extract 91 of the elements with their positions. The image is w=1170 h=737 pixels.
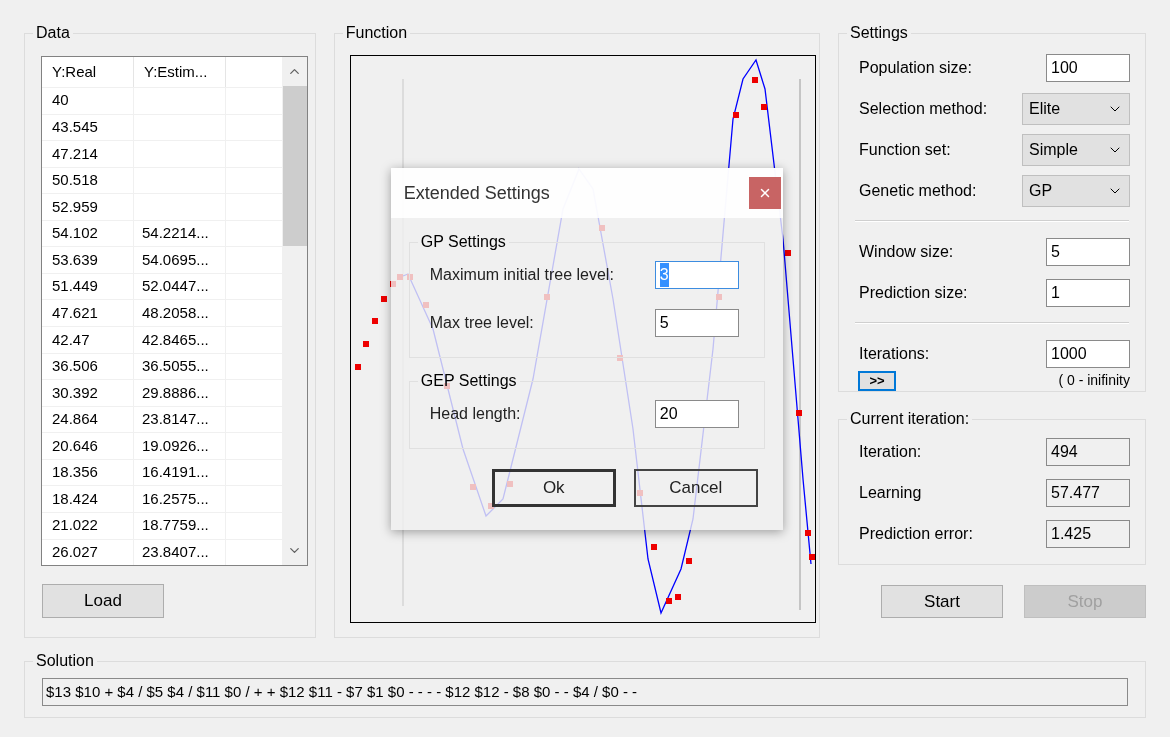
field-label: Function set:	[859, 139, 951, 160]
column-header[interactable]: Y:Estim...	[134, 57, 226, 87]
text-field[interactable]: 5	[1046, 237, 1130, 266]
table-cell-text: 52.959	[52, 196, 98, 217]
text-field[interactable]: 57.477	[1046, 478, 1130, 507]
data-point	[732, 112, 739, 118]
column-header[interactable]: Y:Real	[42, 57, 134, 87]
data-point	[804, 530, 811, 536]
table-cell-text: 42.8465...	[142, 329, 209, 350]
hint-text: ( 0 - inifinity	[1058, 371, 1130, 390]
load-button[interactable]: Load	[42, 584, 164, 618]
data-point	[380, 296, 387, 302]
table-cell-text: 47.621	[52, 303, 98, 323]
table-cell-text: 21.022	[52, 515, 98, 536]
field-label: Max tree level:	[429, 313, 534, 333]
table-cell-text: 19.0926...	[142, 435, 209, 456]
table-cell-text: 54.102	[52, 223, 98, 244]
group-title: Current iteration:	[849, 410, 971, 428]
data-point	[371, 318, 378, 324]
table-cell-text: 52.0447...	[142, 276, 209, 297]
table-cell-text: 43.545	[52, 117, 98, 138]
data-point	[362, 341, 369, 347]
table-cell-text: 16.4191...	[142, 462, 209, 483]
text-field[interactable]: 1	[1046, 278, 1130, 307]
close-button[interactable]	[748, 177, 781, 209]
table-cell-text: 42.47	[52, 329, 90, 350]
scrollbar[interactable]	[282, 57, 307, 565]
field-label: Selection method:	[859, 98, 988, 119]
dialog-button[interactable]: Ok	[491, 469, 616, 507]
group-title: Data	[35, 24, 71, 42]
table-cell-text: 54.0695...	[142, 249, 209, 270]
table-cell-text: 36.5055...	[142, 356, 209, 377]
dropdown[interactable]: Elite	[1022, 92, 1130, 125]
solution-field[interactable]: $13 $10 + $4 / $5 $4 / $11 $0 / + + $12 $11 - $7 $1 $0 - - - - $12 $12 - $8 $0 - - $4 / $0 - -	[42, 678, 1128, 706]
data-point	[808, 554, 815, 560]
table-cell-text: 18.424	[52, 488, 98, 509]
dropdown[interactable]: GP	[1022, 174, 1130, 207]
table-cell-text: 26.027	[52, 542, 98, 563]
text-field[interactable]: 494	[1046, 437, 1130, 466]
field-label: Prediction error:	[859, 523, 973, 544]
data-point	[795, 410, 802, 416]
data-point	[665, 598, 672, 604]
text-field[interactable]: 1000	[1046, 339, 1130, 368]
table-cell-text: 20.646	[52, 435, 98, 456]
table-cell-text: 16.2575...	[142, 488, 209, 509]
table-cell-text: 18.7759...	[142, 515, 209, 536]
field-label: Population size:	[859, 57, 972, 78]
group-title: GEP Settings	[419, 372, 518, 390]
field-label: Iteration:	[859, 441, 922, 462]
table-cell-text: 51.449	[52, 276, 98, 297]
text-field[interactable]: 20	[654, 400, 739, 428]
table-cell-text: 24.864	[52, 409, 98, 430]
group-title: Function	[344, 24, 409, 42]
group-title: Settings	[849, 24, 909, 42]
table-cell-text: 50.518	[52, 170, 98, 191]
table-cell-text: 36.506	[52, 356, 98, 377]
data-point	[650, 544, 657, 550]
table-cell-text: 29.8886...	[142, 382, 209, 403]
table-cell-text: 40	[52, 90, 69, 111]
table-cell-text: 47.214	[52, 143, 98, 164]
text-field[interactable]: 1.425	[1046, 519, 1130, 548]
data-point	[751, 77, 758, 83]
action-button[interactable]: Start	[881, 585, 1003, 618]
field-label: Iterations:	[859, 343, 930, 364]
data-point	[784, 250, 791, 256]
text-field[interactable]: 100	[1046, 53, 1130, 82]
field-label: Head length:	[429, 404, 521, 424]
dialog-button[interactable]: Cancel	[633, 469, 758, 507]
field-label: Genetic method:	[859, 180, 977, 201]
field-label: Prediction size:	[859, 282, 968, 303]
field-label: Maximum initial tree level:	[429, 265, 614, 285]
data-point	[685, 558, 692, 564]
field-label: Learning	[859, 482, 922, 503]
table-cell-text: 23.8407...	[142, 542, 209, 563]
table-cell-text: 18.356	[52, 462, 98, 483]
table-cell-text: 30.392	[52, 382, 98, 403]
group-title: Solution	[35, 652, 95, 670]
dropdown[interactable]: Simple	[1022, 133, 1130, 166]
table-cell-text: 23.8147...	[142, 409, 209, 430]
expand-button[interactable]: >>	[858, 370, 896, 391]
table-cell-text: 54.2214...	[142, 223, 209, 244]
data-point	[674, 594, 681, 600]
text-field[interactable]: 5	[654, 309, 739, 337]
table-cell-text: 48.2058...	[142, 303, 209, 323]
dialog-title: Extended Settings	[403, 181, 550, 205]
scrollbar-thumb[interactable]	[282, 86, 307, 246]
table-cell-text: 53.639	[52, 249, 98, 270]
field-label: Window size:	[859, 241, 954, 262]
data-point	[354, 364, 361, 370]
data-point	[760, 104, 767, 110]
group-title: GP Settings	[419, 233, 507, 251]
